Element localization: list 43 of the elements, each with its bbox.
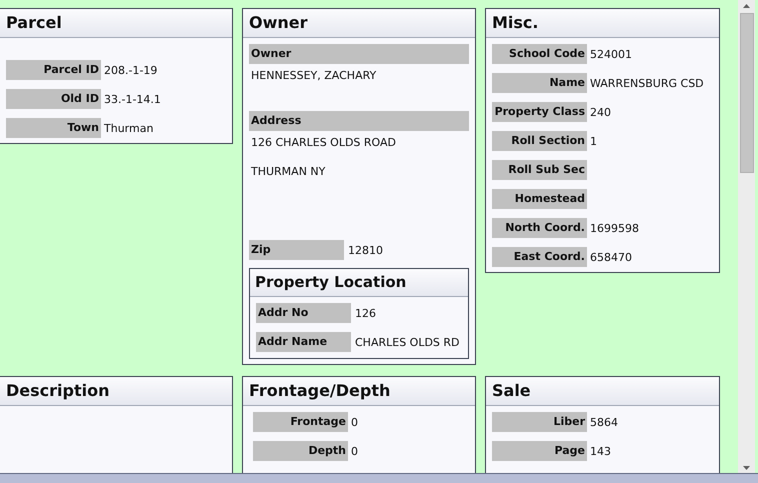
field-value: 208.-1-19 <box>104 64 158 76</box>
scrollbar-thumb[interactable] <box>740 13 754 173</box>
field-label: Owner <box>249 44 469 64</box>
field-label: Zip <box>249 240 344 260</box>
field-value: CHARLES OLDS RD <box>355 336 460 348</box>
field-label: Liber <box>492 412 587 432</box>
field-label: Town <box>6 118 101 138</box>
field-value: 1699598 <box>590 222 639 234</box>
field-value: 143 <box>590 444 611 458</box>
field-label: Old ID <box>6 89 101 109</box>
field-label: Depth <box>253 441 348 461</box>
field-label: North Coord. <box>492 218 587 238</box>
field-value: 33.-1-14.1 <box>104 92 161 106</box>
field-label: East Coord. <box>492 247 587 267</box>
field-label: Roll Sub Sec <box>492 160 587 180</box>
field-label: School Code <box>492 44 587 64</box>
field-value: Thurman <box>104 122 154 134</box>
field-value: 240 <box>590 106 611 118</box>
scroll-up-icon[interactable] <box>743 4 750 8</box>
field-value: 524001 <box>590 48 632 60</box>
field-value: 126 CHARLES OLDS ROAD <box>250 135 398 151</box>
field-label: Homestead <box>492 189 587 209</box>
field-label: Property Class <box>492 102 587 122</box>
field-value: 1 <box>590 134 597 148</box>
field-value: 12810 <box>348 244 383 256</box>
field-value: 5864 <box>590 416 618 428</box>
field-value: 658470 <box>590 250 632 264</box>
field-label: Frontage <box>253 412 348 432</box>
field-label: Name <box>492 73 587 93</box>
field-label: Parcel ID <box>6 60 101 80</box>
field-value: HENNESSEY, ZACHARY <box>250 68 378 84</box>
field-label: Addr Name <box>256 332 351 352</box>
field-value: 0 <box>351 444 358 458</box>
field-label: Addr No <box>256 303 351 323</box>
scrollbar[interactable] <box>738 0 755 474</box>
field-label: Roll Section <box>492 131 587 151</box>
field-value: 0 <box>351 416 358 428</box>
field-label: Page <box>492 441 587 461</box>
field-value: THURMAN NY <box>250 164 326 180</box>
field-label: Address <box>249 111 469 131</box>
field-value: WARRENSBURG CSD <box>590 76 704 90</box>
scroll-down-icon[interactable] <box>743 466 750 470</box>
field-value: 126 <box>355 306 376 320</box>
